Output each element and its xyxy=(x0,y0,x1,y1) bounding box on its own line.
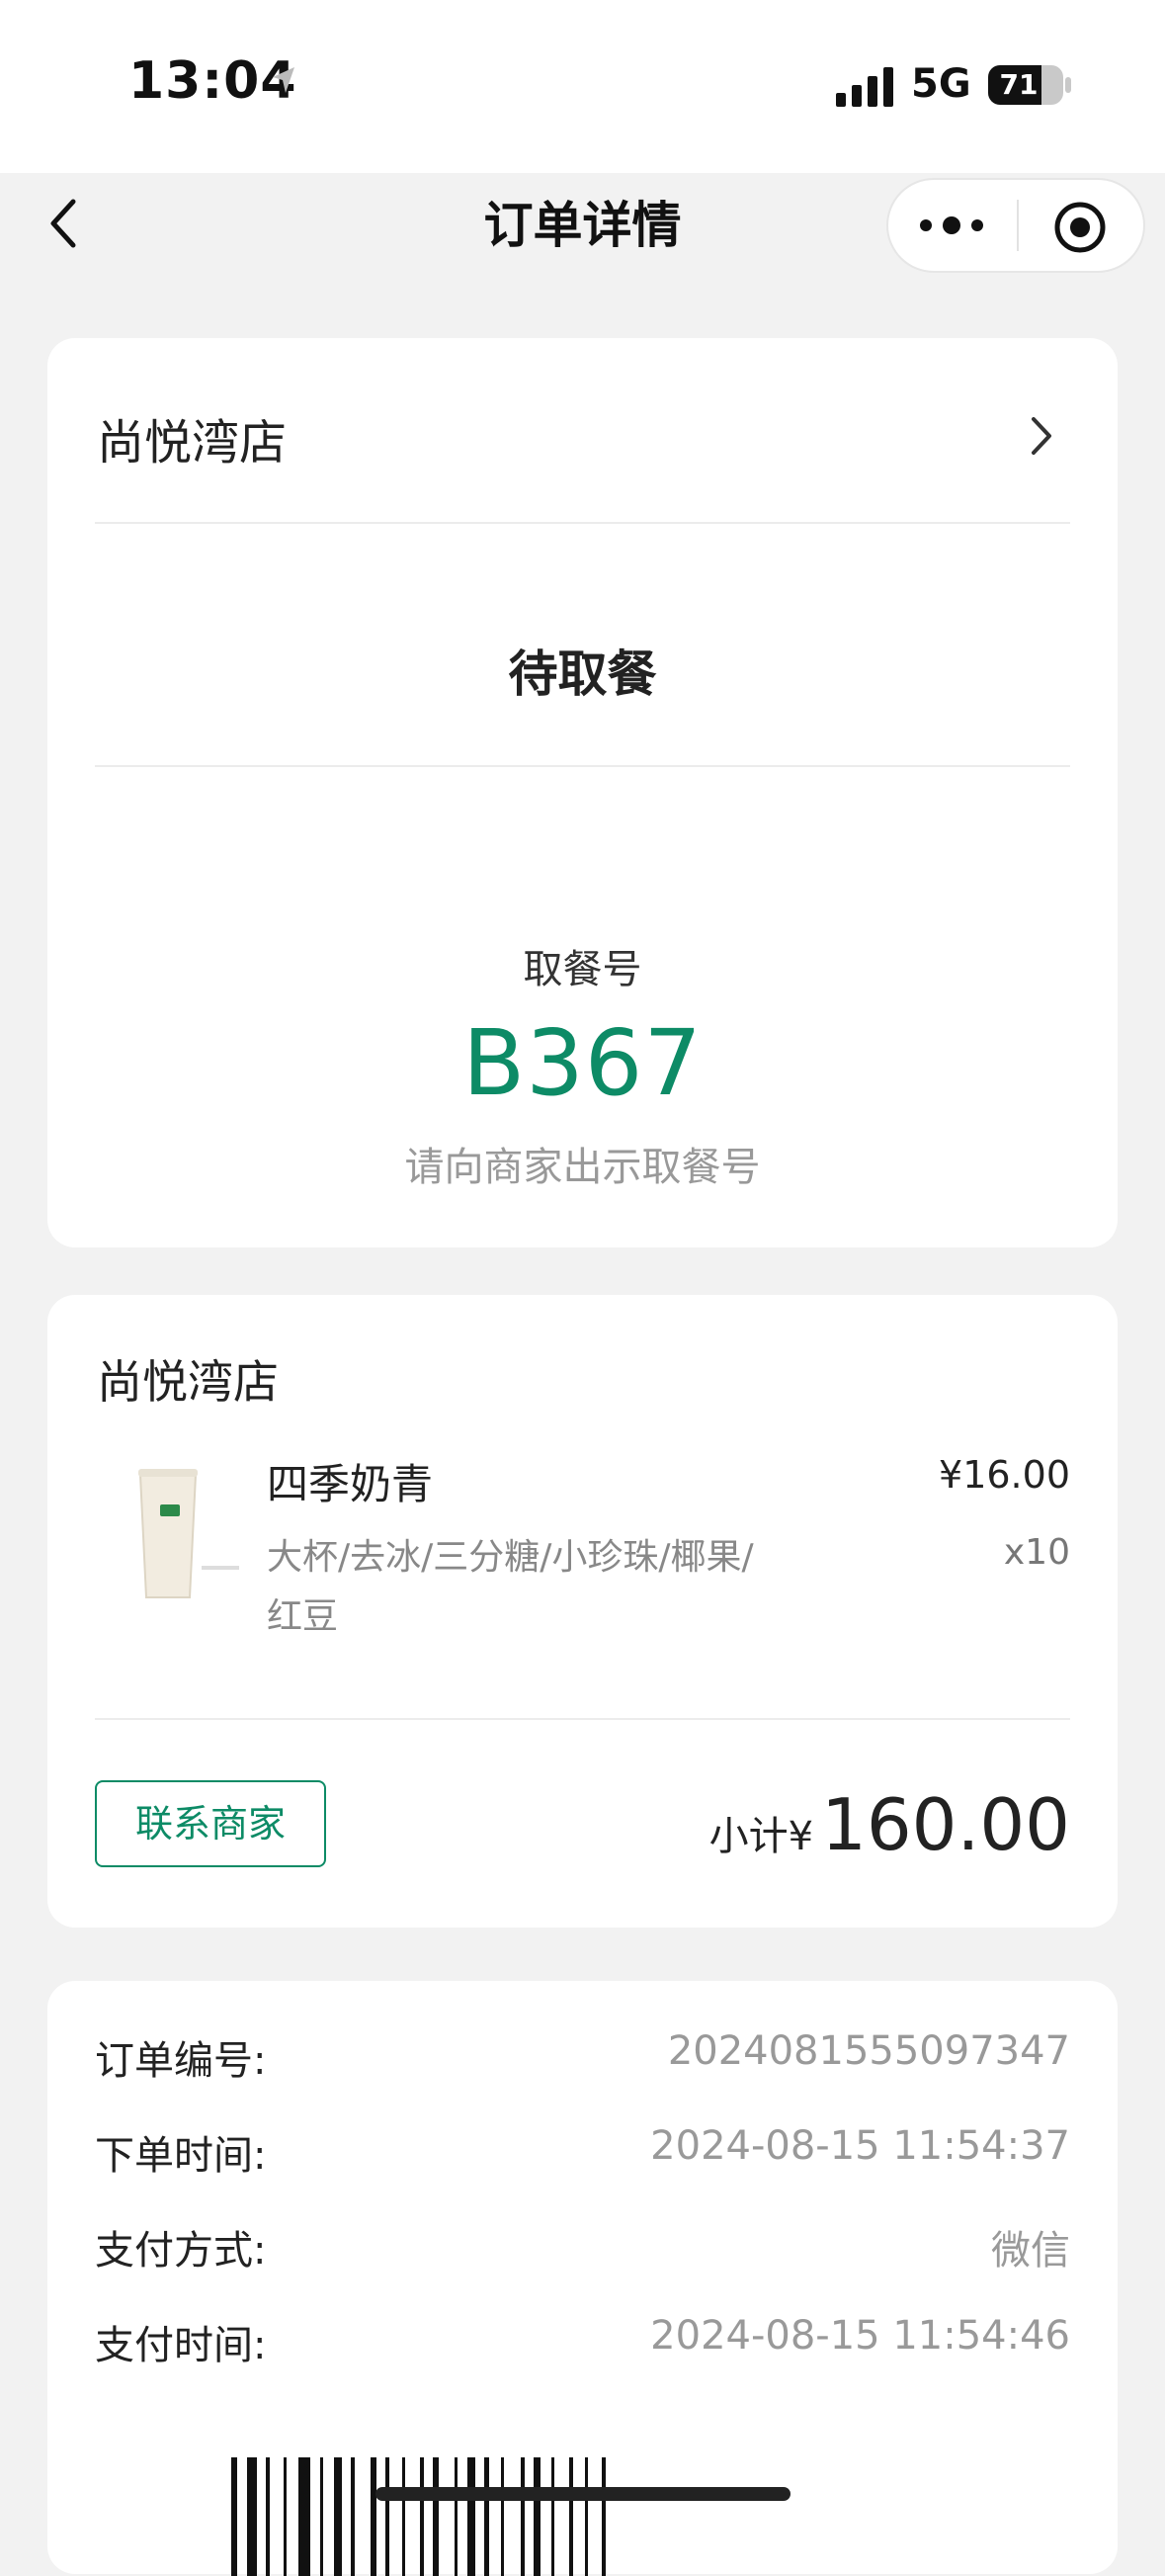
network-type: 5G xyxy=(911,61,971,107)
barcode-bar xyxy=(351,2457,355,2576)
order-items-card: 尚悦湾店 四季奶青 大杯/去冰/三分糖/小珍珠/椰果/红豆 ¥16.00 x10… xyxy=(47,1295,1118,1928)
barcode-bar xyxy=(569,2457,573,2576)
capsule-divider xyxy=(1017,200,1019,251)
product-quantity: x10 xyxy=(1003,1532,1070,1573)
barcode-bar xyxy=(385,2457,389,2576)
barcode-bar xyxy=(284,2457,287,2576)
info-value: 2024081555097347 xyxy=(667,2028,1070,2074)
store-name[interactable]: 尚悦湾店 xyxy=(97,403,287,472)
battery-icon: 71 xyxy=(988,65,1063,105)
more-icon[interactable] xyxy=(912,202,991,249)
store-name: 尚悦湾店 xyxy=(97,1355,279,1409)
info-row-payment-time: 支付时间: 2024-08-15 11:54:46 xyxy=(95,2313,1070,2372)
info-row-order-time: 下单时间: 2024-08-15 11:54:37 xyxy=(95,2123,1070,2183)
product-price: ¥16.00 xyxy=(939,1453,1070,1497)
signal-icon xyxy=(836,67,893,107)
barcode xyxy=(231,2457,606,2576)
barcode-bar xyxy=(484,2457,489,2576)
pickup-number-label: 取餐号 xyxy=(523,947,642,992)
order-info-card: 订单编号: 2024081555097347 下单时间: 2024-08-15 … xyxy=(47,1981,1118,2576)
info-value: 微信 xyxy=(991,2228,1070,2274)
status-bar: 13:04 5G 71 订单详情 xyxy=(0,0,1165,273)
info-label: 下单时间: xyxy=(95,2133,267,2179)
info-row-order-number: 订单编号: 2024081555097347 xyxy=(95,2028,1070,2088)
info-value: 2024-08-15 11:54:37 xyxy=(650,2123,1070,2169)
barcode-bar xyxy=(402,2457,405,2576)
product-image xyxy=(138,1469,239,1598)
barcode-bar xyxy=(247,2457,257,2576)
barcode-bar xyxy=(602,2457,606,2576)
battery-cap xyxy=(1065,77,1071,93)
divider xyxy=(95,765,1070,767)
chevron-right-icon[interactable] xyxy=(1026,413,1055,459)
divider xyxy=(95,522,1070,524)
barcode-bar xyxy=(501,2457,504,2576)
barcode-bar xyxy=(420,2457,424,2576)
subtotal-label: 小计¥ xyxy=(708,1814,814,1859)
info-value: 2024-08-15 11:54:46 xyxy=(650,2313,1070,2359)
subtotal-value: 160.00 xyxy=(821,1783,1070,1866)
barcode-bar xyxy=(266,2457,270,2576)
barcode-bar xyxy=(467,2457,475,2576)
barcode-bar xyxy=(371,2457,376,2576)
product-spec: 大杯/去冰/三分糖/小珍珠/椰果/红豆 xyxy=(267,1537,754,1637)
battery-level: 71 xyxy=(999,68,1039,101)
barcode-bar xyxy=(585,2457,588,2576)
close-mini-program-icon[interactable] xyxy=(1052,200,1108,255)
info-row-payment-method: 支付方式: 微信 xyxy=(95,2218,1070,2277)
barcode-bar xyxy=(433,2457,439,2576)
order-status: 待取餐 xyxy=(508,645,657,703)
barcode-bar xyxy=(534,2457,541,2576)
barcode-bar xyxy=(551,2457,554,2576)
mini-program-capsule xyxy=(886,178,1145,273)
barcode-bar xyxy=(231,2457,237,2576)
contact-merchant-button[interactable]: 联系商家 xyxy=(95,1780,326,1867)
info-label: 支付时间: xyxy=(95,2323,267,2368)
product-name: 四季奶青 xyxy=(267,1460,434,1508)
location-arrow-icon xyxy=(273,67,294,93)
info-label: 订单编号: xyxy=(95,2038,267,2084)
divider xyxy=(95,1718,1070,1720)
pickup-card: 尚悦湾店 待取餐 取餐号 B367 请向商家出示取餐号 xyxy=(47,338,1118,1247)
barcode-bar xyxy=(298,2457,310,2576)
pickup-number: B367 xyxy=(462,1010,703,1116)
barcode-bar xyxy=(455,2457,458,2576)
barcode-bar xyxy=(334,2457,342,2576)
barcode-bar xyxy=(521,2457,525,2576)
subtotal: 小计¥ 160.00 xyxy=(709,1783,1070,1872)
pickup-hint: 请向商家出示取餐号 xyxy=(404,1145,761,1190)
barcode-bar xyxy=(320,2457,323,2576)
home-indicator xyxy=(375,2487,791,2501)
info-label: 支付方式: xyxy=(95,2228,267,2274)
